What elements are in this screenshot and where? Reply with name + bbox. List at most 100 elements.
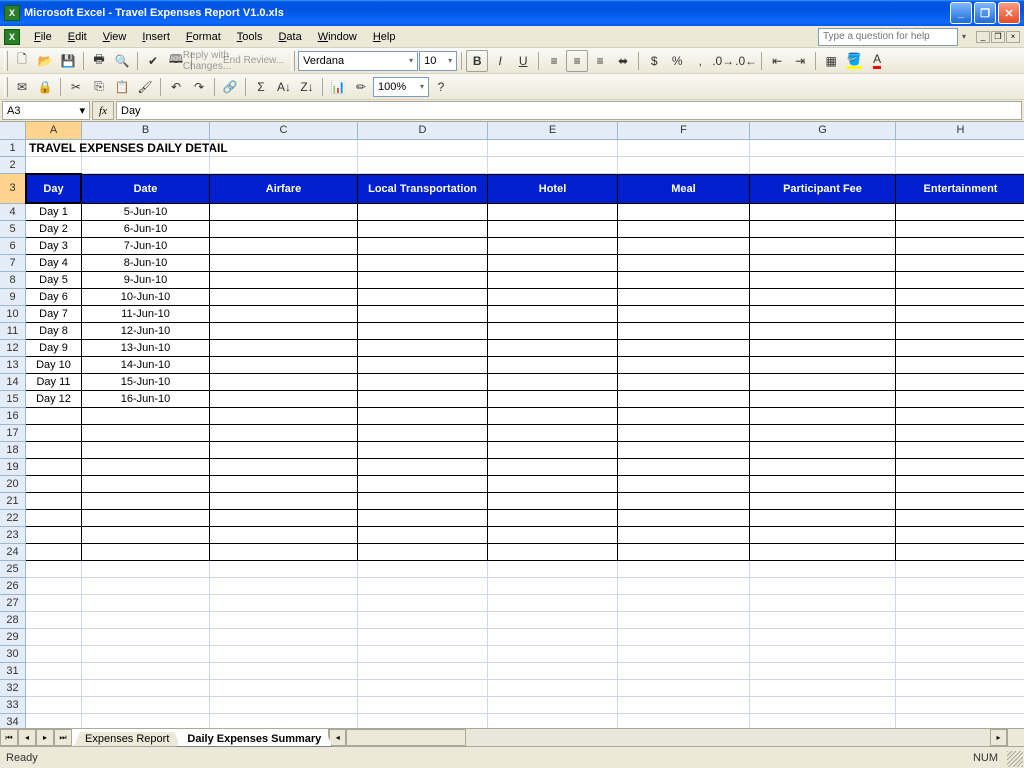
cell-G32[interactable]	[750, 680, 896, 697]
cell-G30[interactable]	[750, 646, 896, 663]
cell-D2[interactable]	[358, 157, 488, 174]
cell-C28[interactable]	[210, 612, 358, 629]
cell-C24[interactable]	[210, 544, 358, 561]
cell-B8[interactable]: 9-Jun-10	[82, 272, 210, 289]
cell-H33[interactable]	[896, 697, 1024, 714]
cell-C30[interactable]	[210, 646, 358, 663]
cell-G14[interactable]	[750, 374, 896, 391]
cell-H15[interactable]	[896, 391, 1024, 408]
cell-G9[interactable]	[750, 289, 896, 306]
cell-grid[interactable]: TRAVEL EXPENSES DAILY DETAILDayDateAirfa…	[26, 140, 1024, 746]
borders-button[interactable]: ▦	[820, 50, 842, 72]
cell-E4[interactable]	[488, 204, 618, 221]
cell-B26[interactable]	[82, 578, 210, 595]
cell-F13[interactable]	[618, 357, 750, 374]
font-color-button[interactable]: A	[866, 50, 888, 72]
cell-E9[interactable]	[488, 289, 618, 306]
format-painter-button[interactable]: 🖌	[134, 76, 156, 98]
cell-A13[interactable]: Day 10	[26, 357, 82, 374]
row-header-30[interactable]: 30	[0, 646, 26, 663]
cell-H3[interactable]: Entertainment	[896, 174, 1024, 204]
cut-button[interactable]: ✂	[65, 76, 87, 98]
cell-D13[interactable]	[358, 357, 488, 374]
cell-G5[interactable]	[750, 221, 896, 238]
cell-C10[interactable]	[210, 306, 358, 323]
cell-B9[interactable]: 10-Jun-10	[82, 289, 210, 306]
row-header-21[interactable]: 21	[0, 493, 26, 510]
font-name-combo[interactable]: Verdana▾	[298, 51, 418, 71]
cell-A32[interactable]	[26, 680, 82, 697]
cell-G7[interactable]	[750, 255, 896, 272]
toolbar-grip[interactable]	[291, 51, 295, 71]
cell-G24[interactable]	[750, 544, 896, 561]
column-header-A[interactable]: A	[26, 122, 82, 140]
cell-B16[interactable]	[82, 408, 210, 425]
cell-A31[interactable]	[26, 663, 82, 680]
cell-F12[interactable]	[618, 340, 750, 357]
window-maximize-button[interactable]: ❐	[974, 2, 996, 24]
cell-C9[interactable]	[210, 289, 358, 306]
cell-H1[interactable]	[896, 140, 1024, 157]
cell-H13[interactable]	[896, 357, 1024, 374]
tab-prev-button[interactable]: ◂	[18, 729, 36, 746]
cell-E25[interactable]	[488, 561, 618, 578]
cell-B28[interactable]	[82, 612, 210, 629]
cell-E1[interactable]	[488, 140, 618, 157]
increase-decimal-button[interactable]: .0→	[712, 50, 734, 72]
cell-F8[interactable]	[618, 272, 750, 289]
cell-H2[interactable]	[896, 157, 1024, 174]
decrease-decimal-button[interactable]: .0←	[735, 50, 757, 72]
cell-B13[interactable]: 14-Jun-10	[82, 357, 210, 374]
cell-C12[interactable]	[210, 340, 358, 357]
row-header-12[interactable]: 12	[0, 340, 26, 357]
menu-data[interactable]: Data	[270, 29, 309, 45]
cell-H27[interactable]	[896, 595, 1024, 612]
permission-button[interactable]: 🔒	[34, 76, 56, 98]
menu-view[interactable]: View	[95, 29, 135, 45]
cell-H18[interactable]	[896, 442, 1024, 459]
cell-E7[interactable]	[488, 255, 618, 272]
row-header-19[interactable]: 19	[0, 459, 26, 476]
cell-G18[interactable]	[750, 442, 896, 459]
cell-D11[interactable]	[358, 323, 488, 340]
row-header-7[interactable]: 7	[0, 255, 26, 272]
cell-H32[interactable]	[896, 680, 1024, 697]
cell-D19[interactable]	[358, 459, 488, 476]
column-header-D[interactable]: D	[358, 122, 488, 140]
menu-edit[interactable]: Edit	[60, 29, 95, 45]
cell-A7[interactable]: Day 4	[26, 255, 82, 272]
cell-F19[interactable]	[618, 459, 750, 476]
cell-G10[interactable]	[750, 306, 896, 323]
cell-G33[interactable]	[750, 697, 896, 714]
cell-B29[interactable]	[82, 629, 210, 646]
copy-button[interactable]: ⎘	[88, 76, 110, 98]
column-header-G[interactable]: G	[750, 122, 896, 140]
cell-D16[interactable]	[358, 408, 488, 425]
name-box[interactable]: A3▾	[2, 101, 90, 120]
row-header-17[interactable]: 17	[0, 425, 26, 442]
column-header-C[interactable]: C	[210, 122, 358, 140]
cell-H21[interactable]	[896, 493, 1024, 510]
align-center-button[interactable]: ≡	[566, 50, 588, 72]
cell-H9[interactable]	[896, 289, 1024, 306]
cell-B6[interactable]: 7-Jun-10	[82, 238, 210, 255]
cell-D12[interactable]	[358, 340, 488, 357]
cell-A20[interactable]	[26, 476, 82, 493]
align-right-button[interactable]: ≡	[589, 50, 611, 72]
cell-G1[interactable]	[750, 140, 896, 157]
cell-D31[interactable]	[358, 663, 488, 680]
cell-F20[interactable]	[618, 476, 750, 493]
menu-window[interactable]: Window	[310, 29, 365, 45]
cell-F23[interactable]	[618, 527, 750, 544]
workbook-minimize-button[interactable]: _	[976, 31, 990, 43]
cell-F31[interactable]	[618, 663, 750, 680]
spellcheck-button[interactable]: ✔	[142, 50, 164, 72]
cell-B14[interactable]: 15-Jun-10	[82, 374, 210, 391]
cell-F2[interactable]	[618, 157, 750, 174]
cell-F14[interactable]	[618, 374, 750, 391]
bold-button[interactable]: B	[466, 50, 488, 72]
cell-A21[interactable]	[26, 493, 82, 510]
cell-E18[interactable]	[488, 442, 618, 459]
cell-C32[interactable]	[210, 680, 358, 697]
cell-A10[interactable]: Day 7	[26, 306, 82, 323]
